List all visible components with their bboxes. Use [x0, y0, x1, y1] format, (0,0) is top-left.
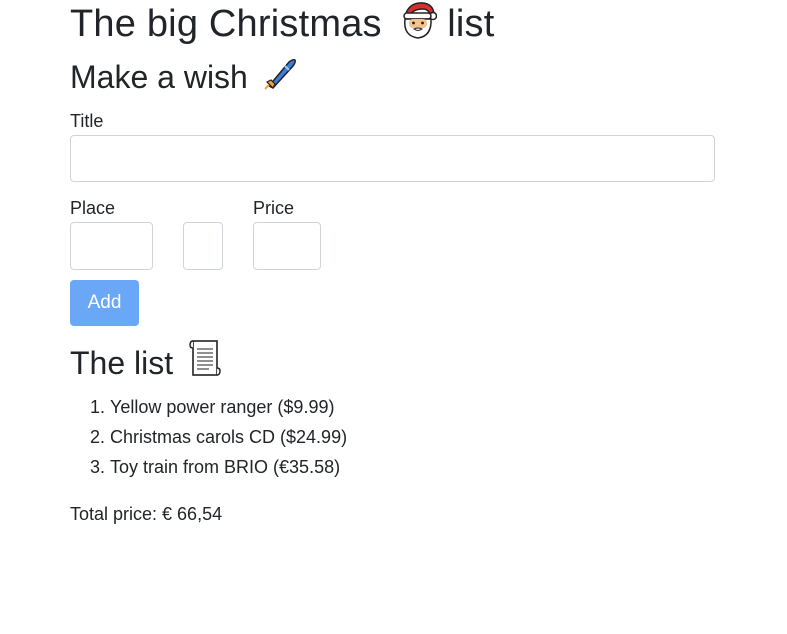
price-field-label: Price	[253, 198, 295, 218]
wish-list: Yellow power ranger ($9.99) Christmas ca…	[70, 392, 347, 482]
list-item: Yellow power ranger ($9.99)	[110, 392, 347, 422]
wish-heading-text: Make a wish	[70, 59, 248, 95]
list-heading-text: The list	[70, 345, 174, 381]
page-title-suffix: list	[447, 3, 495, 45]
price-input[interactable]	[253, 222, 321, 270]
place-input[interactable]	[70, 222, 153, 270]
add-button[interactable]: Add	[70, 280, 139, 326]
title-input[interactable]	[70, 135, 715, 182]
list-item: Christmas carols CD ($24.99)	[110, 422, 347, 452]
page-title-text: The big Christmas	[70, 3, 382, 45]
santa-icon	[399, 0, 437, 51]
title-field-label: Title	[70, 111, 104, 131]
page-title: The big Christmas list	[70, 0, 495, 51]
place-field-label: Place	[70, 198, 116, 218]
rocket-icon	[263, 56, 299, 101]
currency-input[interactable]	[183, 222, 223, 270]
total-price: Total price: € 66,54	[70, 504, 223, 524]
wish-heading: Make a wish	[70, 56, 299, 101]
list-item: Toy train from BRIO (€35.58)	[110, 452, 347, 482]
list-heading: The list	[70, 338, 222, 387]
scroll-icon	[188, 338, 222, 387]
